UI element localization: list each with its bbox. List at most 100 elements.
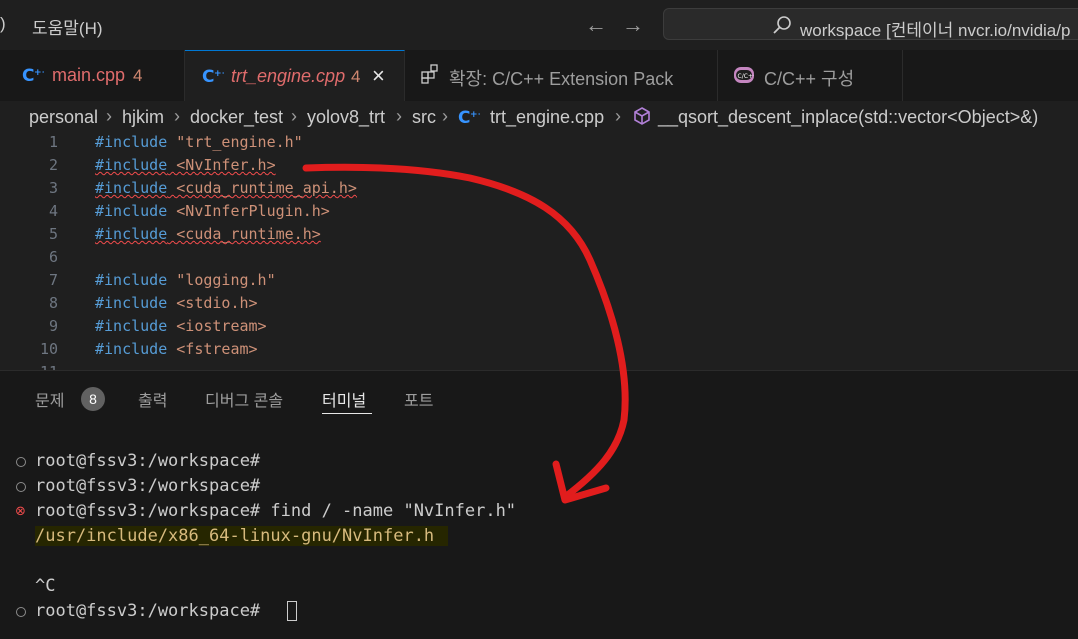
cpp-file-icon: C ++ [458, 108, 480, 128]
problem-count-badge: 4 [133, 66, 143, 85]
tab-output[interactable]: 출력 [138, 387, 167, 411]
extension-icon [421, 64, 438, 84]
line-number: 3 [48, 179, 58, 197]
terminal-line: root@fssv3:/workspace# find / -name "NvI… [35, 501, 517, 521]
code-text: #include <fstream> [95, 340, 258, 358]
breadcrumb-item[interactable]: personal [29, 107, 98, 128]
tab-main-cpp[interactable]: C ++ main.cpp 4 [0, 50, 185, 101]
breadcrumb-item[interactable]: src [412, 107, 436, 128]
tab-label: main.cpp [52, 65, 126, 85]
close-icon[interactable]: × [372, 63, 385, 89]
preprocessor-keyword: #include [95, 317, 168, 335]
breadcrumb-item[interactable]: trt_engine.cpp [490, 107, 604, 128]
tab-cpp-config[interactable]: C/C++ C/C++ 구성 [718, 50, 903, 101]
line-number: 10 [39, 340, 58, 358]
svg-text:C/C++: C/C++ [738, 73, 755, 80]
menu-help[interactable]: 도움말(H) [32, 14, 103, 39]
terminal-output-path: /usr/include/x86_64-linux-gnu/NvInfer.h [35, 526, 449, 546]
include-path: <NvInfer.h> [167, 156, 276, 174]
arrow-left-icon[interactable]: ← [585, 12, 607, 38]
terminal-cursor[interactable] [287, 601, 297, 621]
line-number: 6 [48, 248, 58, 266]
terminal-line: ^C [35, 576, 56, 596]
code-line: 10 #include <fstream> [0, 340, 1078, 363]
svg-text:C: C [22, 66, 34, 86]
preprocessor-keyword: #include [95, 294, 168, 312]
cpp-file-icon: C ++ [22, 66, 44, 86]
preprocessor-keyword: #include [95, 133, 168, 151]
code-line: 2 #include <NvInfer.h> [0, 156, 1078, 179]
tab-label: 확장: C/C++ Extension Pack [449, 69, 674, 89]
code-text-error: #include <cuda_runtime_api.h> [95, 179, 357, 197]
menu-item-partial[interactable]: ) [0, 14, 6, 34]
include-path: "trt_engine.h" [167, 133, 303, 151]
preprocessor-keyword: #include [95, 202, 168, 220]
active-tab-indicator [322, 413, 372, 414]
arrow-right-icon[interactable]: → [622, 12, 644, 38]
code-text: #include "trt_engine.h" [95, 133, 303, 151]
line-number: 5 [48, 225, 58, 243]
breadcrumb: personal › hjkim › docker_test › yolov8_… [0, 101, 1078, 133]
tab-terminal[interactable]: 터미널 [322, 387, 366, 411]
include-path: <fstream> [167, 340, 258, 358]
chevron-right-icon: › [106, 106, 112, 126]
breadcrumb-item[interactable]: yolov8_trt [307, 107, 385, 128]
breadcrumb-item[interactable]: hjkim [122, 107, 164, 128]
tab-problems[interactable]: 문제 [35, 387, 64, 411]
code-text: #include "logging.h" [95, 271, 276, 289]
terminal-prompt: root@fssv3:/workspace# [35, 601, 261, 621]
chevron-right-icon: › [291, 106, 297, 126]
chevron-right-icon: › [174, 106, 180, 126]
tab-trt-engine-cpp[interactable]: C ++ trt_engine.cpp 4 × [185, 50, 405, 101]
cpp-file-icon: C ++ [202, 67, 224, 87]
svg-text:C: C [202, 67, 214, 87]
command-decoration-icon[interactable] [16, 607, 26, 617]
tab-ports[interactable]: 포트 [404, 387, 433, 411]
tab-label: trt_engine.cpp [231, 66, 346, 86]
chevron-right-icon: › [442, 106, 448, 126]
code-line: 4 #include <NvInferPlugin.h> [0, 202, 1078, 225]
terminal-line: root@fssv3:/workspace# [35, 451, 261, 471]
line-number: 9 [48, 317, 58, 335]
command-decoration-icon[interactable] [16, 482, 26, 492]
code-editor[interactable]: 1 #include "trt_engine.h" 2 #include <Nv… [0, 133, 1078, 370]
preprocessor-keyword: #include [95, 225, 168, 243]
tab-debug-console[interactable]: 디버그 콘솔 [205, 387, 283, 411]
include-path: <NvInferPlugin.h> [167, 202, 330, 220]
problems-count-badge: 8 [81, 387, 105, 411]
tab-extension-pack[interactable]: 확장: C/C++ Extension Pack [405, 50, 718, 101]
chevron-right-icon: › [615, 106, 621, 126]
editor-tab-bar: C ++ main.cpp 4 C ++ trt_engine.cpp 4 × … [0, 50, 1078, 101]
code-text: #include <stdio.h> [95, 294, 258, 312]
code-line: 9 #include <iostream> [0, 317, 1078, 340]
code-line: 7 #include "logging.h" [0, 271, 1078, 294]
line-number: 4 [48, 202, 58, 220]
include-path: <stdio.h> [167, 294, 258, 312]
preprocessor-keyword: #include [95, 179, 168, 197]
breadcrumb-item[interactable]: docker_test [190, 107, 283, 128]
line-number: 1 [48, 133, 58, 151]
chevron-right-icon: › [396, 106, 402, 126]
include-path: <iostream> [167, 317, 267, 335]
code-text-error: #include <NvInfer.h> [95, 156, 276, 174]
problem-count-badge: 4 [351, 67, 361, 86]
search-text: workspace [컨테이너 nvcr.io/nvidia/p [800, 21, 1071, 40]
code-line: 1 #include "trt_engine.h" [0, 133, 1078, 156]
line-number: 7 [48, 271, 58, 289]
preprocessor-keyword: #include [95, 156, 168, 174]
svg-text:++: ++ [214, 69, 224, 79]
found-path: /usr/include/x86_64-linux-gnu/NvInfer.h [35, 526, 449, 546]
breadcrumb-item[interactable]: __qsort_descent_inplace(std::vector<Obje… [658, 107, 1038, 128]
terminal-line: root@fssv3:/workspace# [35, 476, 261, 496]
include-path: "logging.h" [167, 271, 276, 289]
code-line: 6 [0, 248, 1078, 271]
command-decoration-icon[interactable] [16, 457, 26, 467]
include-path: <cuda_runtime.h> [167, 225, 321, 243]
line-number: 11 [0, 363, 58, 370]
code-text: #include <iostream> [95, 317, 267, 335]
cpp-config-icon: C/C++ [734, 67, 754, 83]
command-center-search[interactable]: workspace [컨테이너 nvcr.io/nvidia/p [663, 8, 1078, 40]
preprocessor-keyword: #include [95, 271, 168, 289]
error-circle-icon[interactable]: ⊗ [15, 503, 26, 519]
cube-symbol-icon [634, 107, 650, 125]
